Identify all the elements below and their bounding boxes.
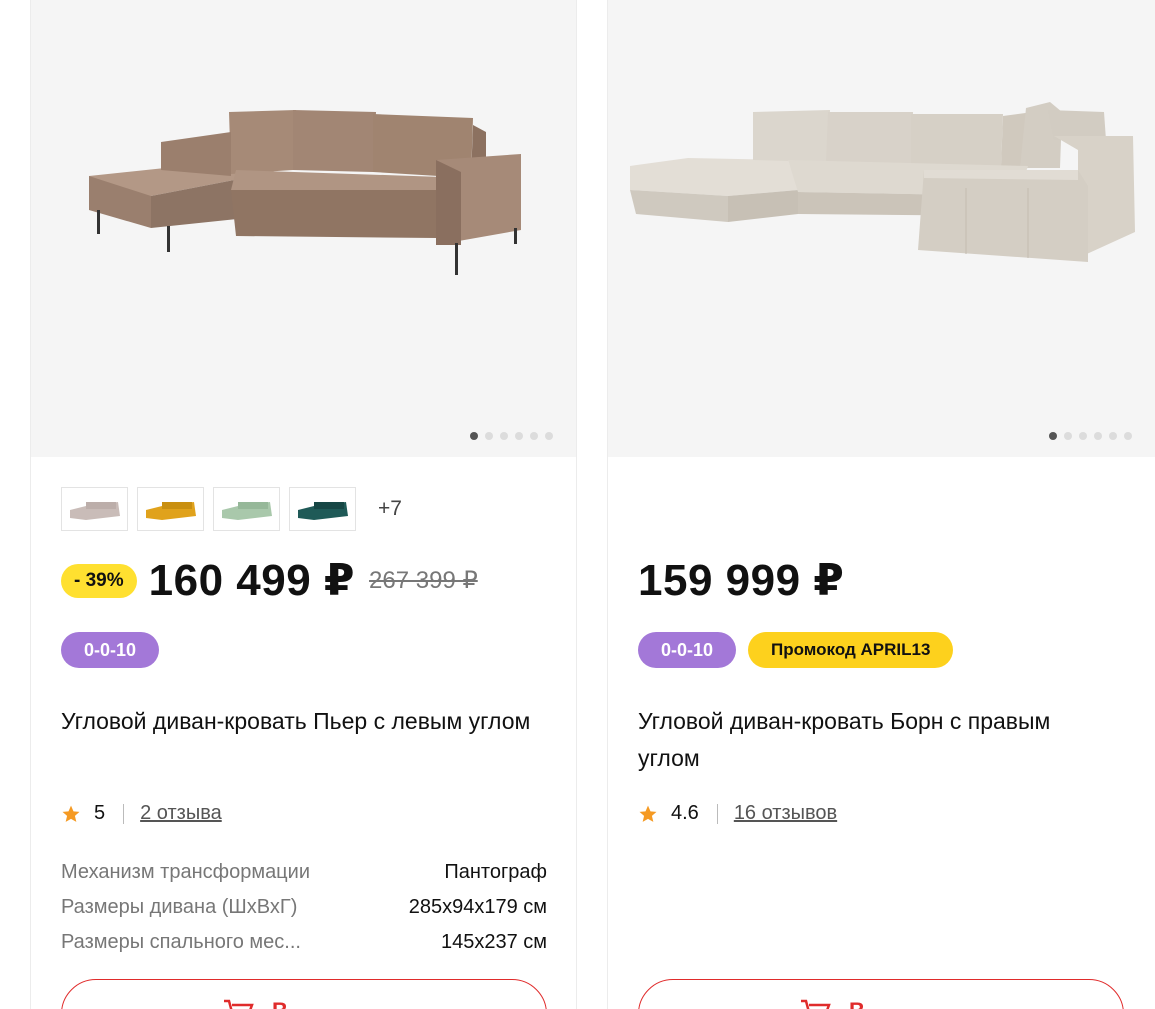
- divider: [716, 803, 718, 824]
- carousel-dot[interactable]: [1049, 432, 1057, 440]
- divider: [123, 803, 125, 824]
- add-to-cart-button[interactable]: В: [61, 979, 547, 1009]
- spec-row: Механизм трансформации Пантограф: [61, 855, 547, 890]
- carousel-dot[interactable]: [1064, 432, 1072, 440]
- product-card-born[interactable]: 159 999 ₽ 0-0-10 Промокод APRIL13 Углово…: [607, 0, 1155, 1009]
- color-swatch-yellow[interactable]: [137, 487, 204, 531]
- more-colors-count[interactable]: +7: [378, 497, 402, 521]
- carousel-dots[interactable]: [470, 432, 553, 440]
- spec-label: Размеры дивана (ШхВхГ): [61, 896, 298, 918]
- carousel-dots[interactable]: [1049, 432, 1132, 440]
- product-photo[interactable]: [608, 0, 1155, 457]
- add-to-cart-button[interactable]: В: [638, 979, 1124, 1009]
- carousel-dot[interactable]: [1094, 432, 1102, 440]
- reviews-link[interactable]: 16 отзывов: [734, 802, 837, 825]
- carousel-dot[interactable]: [1124, 432, 1132, 440]
- spec-value: 145x237 см: [440, 931, 547, 953]
- specs-list: Механизм трансформации Пантограф Размеры…: [61, 855, 547, 960]
- rating-value: 4.6: [671, 802, 699, 824]
- sofa-thumb-icon: [69, 502, 120, 520]
- carousel-dot[interactable]: [545, 432, 553, 440]
- cart-icon: [224, 999, 254, 1009]
- sofa-image-pier: [89, 110, 521, 275]
- add-to-cart-label: В: [272, 998, 288, 1009]
- spec-label: Размеры спального мес...: [61, 931, 301, 953]
- carousel-dot[interactable]: [485, 432, 493, 440]
- spec-row: Размеры дивана (ШхВхГ) 285x94x179 см: [61, 890, 547, 925]
- product-title[interactable]: Угловой диван-кровать Пьер с левым углом: [61, 703, 541, 740]
- spec-value: Пантограф: [444, 861, 547, 883]
- add-to-cart-label: В: [849, 998, 865, 1009]
- installment-badge: 0-0-10: [61, 632, 160, 668]
- carousel-dot[interactable]: [530, 432, 538, 440]
- color-swatch-green[interactable]: [213, 487, 280, 531]
- promo-code-badge: Промокод APRIL13: [748, 632, 954, 668]
- product-title[interactable]: Угловой диван-кровать Борн с правым угло…: [638, 703, 1118, 777]
- spec-row: Размеры спального мес... 145x237 см: [61, 925, 547, 960]
- color-swatch-teal[interactable]: [289, 487, 356, 531]
- product-card-pier[interactable]: +7 - 39% 160 499 ₽ 267 399 ₽ 0-0-10 Угло…: [30, 0, 577, 1009]
- spec-value: 285x94x179 см: [408, 896, 547, 918]
- current-price: 160 499 ₽: [148, 556, 356, 605]
- price-row: - 39% 160 499 ₽ 267 399 ₽: [61, 555, 478, 606]
- sofa-thumb-icon: [221, 502, 272, 520]
- star-icon: [62, 805, 80, 822]
- rating-value: 5: [94, 802, 106, 824]
- reviews-link[interactable]: 2 отзыва: [140, 802, 222, 825]
- carousel-dot[interactable]: [500, 432, 508, 440]
- product-photo[interactable]: [31, 0, 576, 457]
- cart-icon: [801, 999, 831, 1009]
- color-swatch-grey[interactable]: [61, 487, 128, 531]
- price-row: 159 999 ₽: [638, 555, 844, 606]
- carousel-dot[interactable]: [515, 432, 523, 440]
- color-swatches: +7: [61, 487, 402, 531]
- star-icon: [639, 805, 657, 822]
- installment-badge: 0-0-10: [638, 632, 737, 668]
- carousel-dot[interactable]: [1079, 432, 1087, 440]
- promo-badges: 0-0-10: [61, 632, 160, 668]
- current-price: 159 999 ₽: [638, 556, 845, 605]
- sofa-image-born: [630, 102, 1135, 262]
- rating-row: 4.6 16 отзывов: [638, 802, 837, 825]
- sofa-thumb-icon: [145, 502, 196, 520]
- discount-badge: - 39%: [61, 563, 137, 598]
- carousel-dot[interactable]: [470, 432, 478, 440]
- old-price: 267 399 ₽: [369, 567, 478, 594]
- rating-row: 5 2 отзыва: [61, 802, 222, 825]
- product-grid: +7 - 39% 160 499 ₽ 267 399 ₽ 0-0-10 Угло…: [0, 0, 1155, 1009]
- sofa-thumb-icon: [297, 502, 348, 520]
- promo-badges: 0-0-10 Промокод APRIL13: [638, 632, 954, 668]
- carousel-dot[interactable]: [1109, 432, 1117, 440]
- spec-label: Механизм трансформации: [61, 861, 310, 883]
